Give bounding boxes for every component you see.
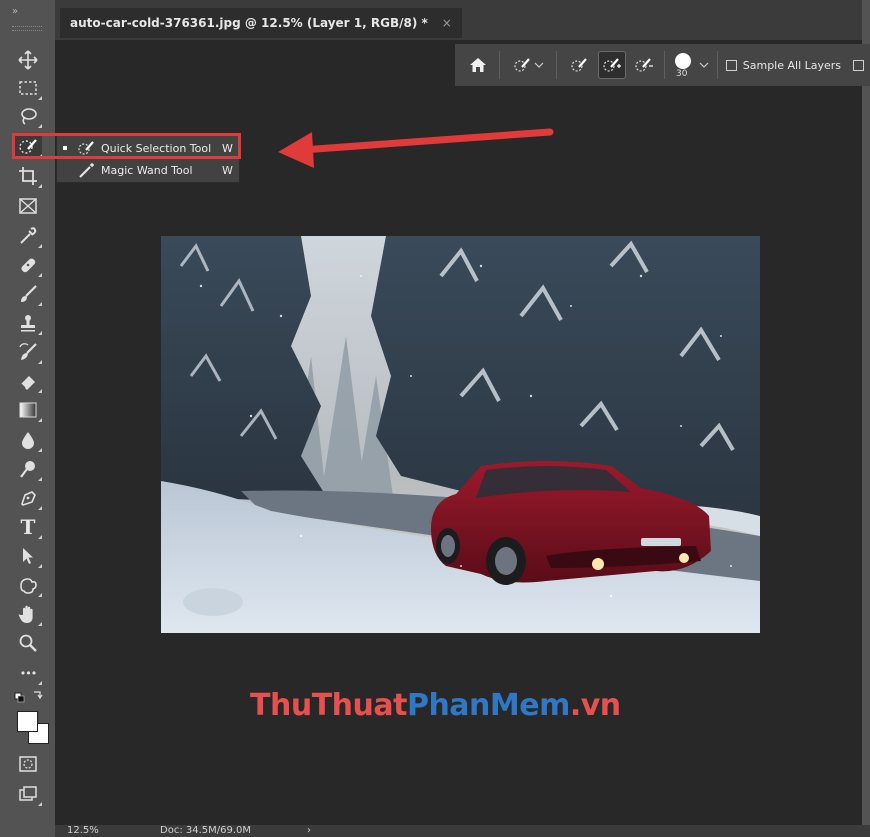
separator: [498, 51, 500, 79]
eyedropper-tool[interactable]: [14, 223, 42, 249]
sample-all-layers-checkbox[interactable]: [725, 59, 737, 71]
gradient-tool[interactable]: [14, 397, 42, 423]
document-tab-bar: auto-car-cold-376361.jpg @ 12.5% (Layer …: [55, 0, 870, 40]
highlight-box: [12, 133, 241, 159]
tool-preset-picker[interactable]: [506, 50, 550, 80]
sample-all-layers-option[interactable]: Sample All Layers: [724, 50, 841, 80]
document-image: [161, 236, 760, 633]
quick-mask-button[interactable]: [14, 751, 42, 777]
document-tab[interactable]: auto-car-cold-376361.jpg @ 12.5% (Layer …: [60, 8, 462, 38]
drop-icon: [22, 432, 34, 449]
quick-mask-icon: [19, 756, 37, 772]
brush-tool[interactable]: [14, 281, 42, 307]
stamp-icon: [21, 315, 35, 332]
eraser-icon: [20, 376, 35, 390]
dodge-icon: [20, 461, 35, 478]
panel-divider: [862, 0, 870, 837]
brush-icon: [21, 285, 37, 302]
path-selection-tool[interactable]: [14, 543, 42, 569]
watermark: ThuThuatPhanMem.vn: [250, 688, 621, 723]
subtract-from-selection-icon: [635, 58, 654, 72]
options-bar: 30 Sample All Layers: [455, 44, 870, 86]
brush-size: 30: [676, 69, 688, 79]
spot-healing-tool[interactable]: [14, 252, 42, 278]
annotation-arrow-icon: [278, 128, 554, 168]
sample-all-layers-label: Sample All Layers: [742, 58, 842, 72]
document-title: auto-car-cold-376361.jpg @ 12.5% (Layer …: [70, 16, 428, 30]
brush-tip-icon: [675, 53, 692, 69]
tools-panel: » T •••: [0, 0, 55, 837]
lasso-tool[interactable]: [14, 103, 42, 129]
hand-icon: [18, 605, 33, 623]
menu-item-label: Magic Wand Tool: [101, 163, 193, 177]
document-size: Doc: 34.5M/69.0M: [160, 825, 252, 836]
custom-shape-tool[interactable]: [14, 572, 42, 598]
chevron-down-icon: [699, 62, 709, 68]
status-bar: 12.5% Doc: 34.5M/69.0M ›: [55, 825, 870, 837]
zoom-icon: [19, 634, 37, 652]
close-tab-icon[interactable]: ×: [442, 16, 452, 30]
subtract-from-selection-mode[interactable]: [630, 51, 658, 79]
separator: [716, 51, 718, 79]
screen-mode-button[interactable]: [14, 781, 42, 807]
collapse-panel-icon[interactable]: »: [12, 6, 18, 17]
zoom-level[interactable]: 12.5%: [67, 825, 99, 836]
more-icon: •••: [19, 666, 37, 680]
separator: [664, 51, 666, 79]
add-to-selection-icon: [603, 58, 622, 72]
history-brush-icon: [19, 343, 37, 360]
pen-tool[interactable]: [14, 485, 42, 511]
move-icon: [18, 50, 38, 70]
menu-item-shortcut: W: [222, 163, 233, 177]
home-icon: [469, 58, 486, 72]
history-brush-tool[interactable]: [14, 339, 42, 365]
zoom-tool[interactable]: [14, 630, 42, 656]
auto-enhance-option[interactable]: [853, 50, 870, 80]
crop-icon: [19, 167, 37, 185]
dodge-tool[interactable]: [14, 456, 42, 482]
shape-icon: [20, 578, 37, 594]
type-tool[interactable]: T: [14, 514, 42, 540]
bandage-icon: [21, 258, 36, 273]
default-colors-icon[interactable]: [14, 690, 46, 704]
auto-enhance-checkbox[interactable]: [853, 59, 865, 71]
type-icon: T: [20, 515, 36, 539]
panel-grip[interactable]: [12, 26, 42, 31]
brush-picker[interactable]: 30: [671, 50, 711, 80]
crop-tool[interactable]: [14, 163, 42, 189]
foreground-color-swatch[interactable]: [17, 711, 38, 732]
lasso-icon: [21, 108, 37, 125]
eyedropper-icon: [20, 227, 37, 244]
move-tool[interactable]: [14, 47, 42, 73]
watermark-part: Thuat: [311, 688, 408, 723]
rectangular-marquee-tool[interactable]: [14, 75, 42, 101]
watermark-part: Thu: [250, 688, 312, 723]
frame-tool[interactable]: [14, 193, 42, 219]
frame-icon: [19, 198, 37, 214]
hand-tool[interactable]: [14, 601, 42, 627]
clone-stamp-tool[interactable]: [14, 310, 42, 336]
gradient-icon: [19, 402, 37, 418]
watermark-part: .vn: [569, 688, 621, 723]
home-button[interactable]: [463, 50, 493, 80]
separator: [555, 51, 557, 79]
new-selection-icon: [571, 58, 588, 72]
new-selection-mode[interactable]: [567, 51, 595, 79]
magic-wand-icon: [79, 163, 94, 178]
edit-toolbar[interactable]: •••: [14, 660, 42, 686]
pen-icon: [21, 491, 36, 506]
quick-selection-preset-icon: [514, 58, 530, 72]
add-to-selection-mode[interactable]: [598, 51, 627, 79]
arrow-cursor-icon: [23, 548, 33, 564]
screen-mode-icon: [19, 786, 37, 801]
blur-tool[interactable]: [14, 427, 42, 453]
watermark-part: PhanMem: [406, 688, 570, 723]
status-menu-arrow-icon[interactable]: ›: [307, 825, 311, 836]
marquee-icon: [19, 81, 37, 95]
menu-item-magic-wand-tool[interactable]: Magic Wand Tool W: [57, 159, 241, 181]
eraser-tool[interactable]: [14, 368, 42, 394]
chevron-down-icon: [534, 62, 544, 68]
